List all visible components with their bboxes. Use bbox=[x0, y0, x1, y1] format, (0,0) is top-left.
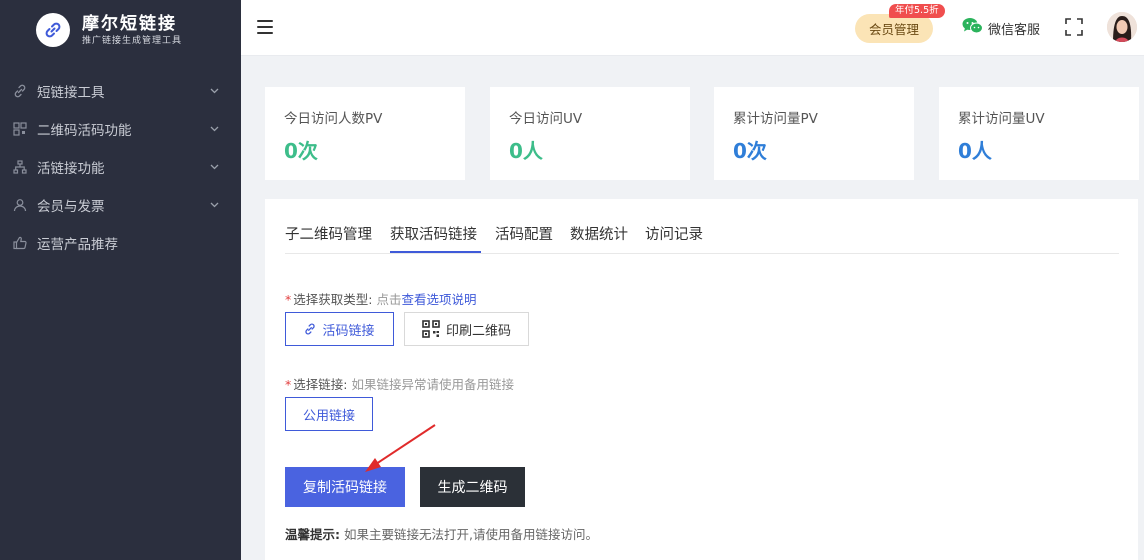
active-tab-indicator bbox=[390, 251, 481, 253]
tab-config[interactable]: 活码配置 bbox=[495, 223, 553, 244]
stat-label: 今日访问人数PV bbox=[284, 111, 383, 127]
chevron-down-icon bbox=[209, 200, 219, 210]
wechat-support-label: 微信客服 bbox=[988, 22, 1041, 38]
chevron-down-icon bbox=[209, 162, 219, 172]
logo-icon bbox=[36, 13, 70, 47]
tip-label: 温馨提示: bbox=[285, 527, 340, 542]
stat-card-total-uv: 累计访问量UV 0人 bbox=[939, 87, 1139, 180]
sidebar-item-short-link[interactable]: 短链接工具 bbox=[0, 72, 241, 110]
sidebar-item-membership[interactable]: 会员与发票 bbox=[0, 186, 241, 224]
tab-access-log[interactable]: 访问记录 bbox=[645, 223, 703, 244]
sidebar-item-label: 会员与发票 bbox=[37, 199, 105, 215]
link-field-label: * 选择链接: 如果链接异常请使用备用链接 bbox=[285, 374, 514, 393]
vip-management-button[interactable]: 会员管理 bbox=[855, 14, 933, 43]
thumbs-up-icon bbox=[12, 235, 28, 251]
tab-bar: 子二维码管理 获取活码链接 活码配置 数据统计 访问记录 bbox=[285, 199, 1119, 254]
type-field-label: * 选择获取类型: 点击查看选项说明 bbox=[285, 289, 476, 308]
option-label: 公用链接 bbox=[302, 408, 355, 424]
sidebar-item-recommend[interactable]: 运营产品推荐 bbox=[0, 224, 241, 262]
user-avatar[interactable] bbox=[1107, 12, 1137, 42]
tab-sub-qrcode[interactable]: 子二维码管理 bbox=[285, 223, 372, 244]
sidebar-item-label: 二维码活码功能 bbox=[37, 123, 132, 139]
sidebar-menu: 短链接工具 二维码活码功能 活链接功能 会员与发票 运营产品推荐 bbox=[0, 72, 241, 262]
user-icon bbox=[12, 197, 28, 213]
sidebar-item-qrcode[interactable]: 二维码活码功能 bbox=[0, 110, 241, 148]
tip-text: 温馨提示: 如果主要链接无法打开,请使用备用链接访问。 bbox=[285, 524, 598, 543]
option-label: 活码链接 bbox=[322, 323, 375, 339]
tip-message: 如果主要链接无法打开,请使用备用链接访问。 bbox=[343, 527, 598, 542]
brand-title: 摩尔短链接 bbox=[82, 13, 177, 34]
stat-card-today-uv: 今日访问UV 0人 bbox=[490, 87, 690, 180]
generate-qrcode-button[interactable]: 生成二维码 bbox=[420, 467, 525, 507]
option-live-link-button[interactable]: 活码链接 bbox=[285, 312, 394, 346]
required-marker: * bbox=[285, 377, 292, 392]
stat-value: 0人 bbox=[509, 139, 543, 163]
type-hint: 点击 bbox=[376, 292, 402, 307]
qrcode-icon bbox=[12, 121, 28, 137]
fullscreen-icon[interactable] bbox=[1065, 18, 1083, 36]
option-public-link-button[interactable]: 公用链接 bbox=[285, 397, 373, 431]
sidebar-item-label: 短链接工具 bbox=[37, 85, 105, 101]
brand[interactable]: 摩尔短链接 推广链接生成管理工具 bbox=[0, 0, 241, 60]
option-print-qrcode-button[interactable]: 印刷二维码 bbox=[404, 312, 529, 346]
stat-label: 累计访问量PV bbox=[733, 111, 818, 127]
brand-subtitle: 推广链接生成管理工具 bbox=[82, 35, 183, 46]
stat-value: 0次 bbox=[733, 139, 767, 163]
wechat-icon bbox=[962, 17, 983, 39]
tab-get-link[interactable]: 获取活码链接 bbox=[390, 223, 477, 244]
stat-label: 今日访问UV bbox=[509, 111, 583, 127]
stat-value: 0次 bbox=[284, 139, 318, 163]
main-panel: 子二维码管理 获取活码链接 活码配置 数据统计 访问记录 * 选择获取类型: 点击… bbox=[265, 199, 1138, 560]
sitemap-icon bbox=[12, 159, 28, 175]
top-header: 会员管理 年付5.5折 微信客服 bbox=[241, 0, 1144, 56]
sidebar-item-label: 运营产品推荐 bbox=[37, 237, 118, 253]
option-label: 印刷二维码 bbox=[445, 323, 511, 339]
stat-value: 0人 bbox=[958, 139, 992, 163]
copy-live-link-button[interactable]: 复制活码链接 bbox=[285, 467, 405, 507]
chevron-down-icon bbox=[209, 86, 219, 96]
menu-toggle-icon[interactable] bbox=[257, 20, 273, 34]
stat-card-total-pv: 累计访问量PV 0次 bbox=[714, 87, 914, 180]
link-hint: 如果链接异常请使用备用链接 bbox=[351, 377, 514, 392]
sidebar: 摩尔短链接 推广链接生成管理工具 短链接工具 二维码活码功能 活链接功能 会员与… bbox=[0, 0, 241, 560]
stat-label: 累计访问量UV bbox=[958, 111, 1045, 127]
stat-card-today-pv: 今日访问人数PV 0次 bbox=[265, 87, 465, 180]
type-label-text: 选择获取类型: bbox=[293, 292, 373, 307]
sidebar-item-live-link[interactable]: 活链接功能 bbox=[0, 148, 241, 186]
chevron-down-icon bbox=[209, 124, 219, 134]
view-options-link[interactable]: 查看选项说明 bbox=[401, 292, 476, 307]
link-label-text: 选择链接: bbox=[293, 377, 348, 392]
link-icon bbox=[12, 83, 28, 99]
wechat-support-button[interactable]: 微信客服 bbox=[962, 17, 1040, 39]
required-marker: * bbox=[285, 292, 292, 307]
discount-badge: 年付5.5折 bbox=[889, 4, 945, 18]
link-icon bbox=[304, 323, 316, 335]
qrcode-icon bbox=[422, 320, 440, 338]
tab-statistics[interactable]: 数据统计 bbox=[570, 223, 628, 244]
sidebar-item-label: 活链接功能 bbox=[37, 161, 105, 177]
